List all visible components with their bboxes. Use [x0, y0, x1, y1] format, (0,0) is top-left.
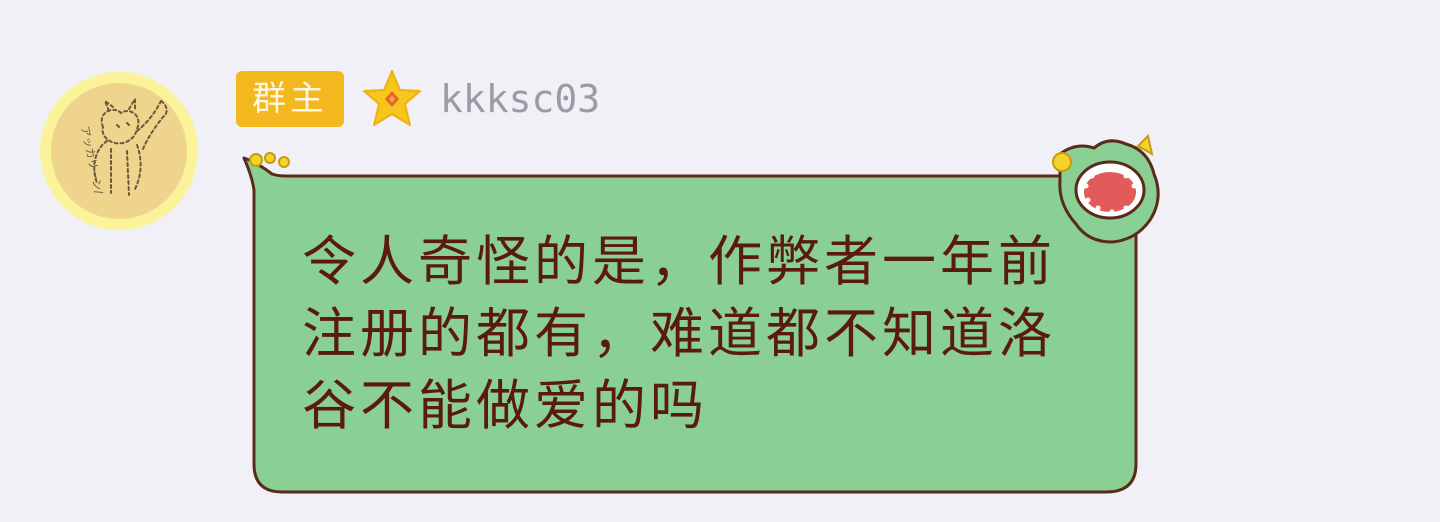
avatar[interactable]: アッカリーン/	[40, 72, 198, 230]
star-icon	[363, 70, 421, 126]
avatar-caption: アッカリーン/	[78, 125, 105, 196]
role-badge: 群主	[236, 71, 344, 127]
sketch-cat-avatar-icon: アッカリーン/	[51, 83, 187, 219]
message-header: 群主 kkksc03	[236, 70, 600, 128]
message-text: 令人奇怪的是，作弊者一年前注册的都有，难道都不知道洛谷不能做爱的吗	[302, 230, 1056, 437]
username[interactable]: kkksc03	[440, 77, 600, 121]
message-bubble[interactable]: 令人奇怪的是，作弊者一年前注册的都有，难道都不知道洛谷不能做爱的吗	[236, 134, 1166, 498]
